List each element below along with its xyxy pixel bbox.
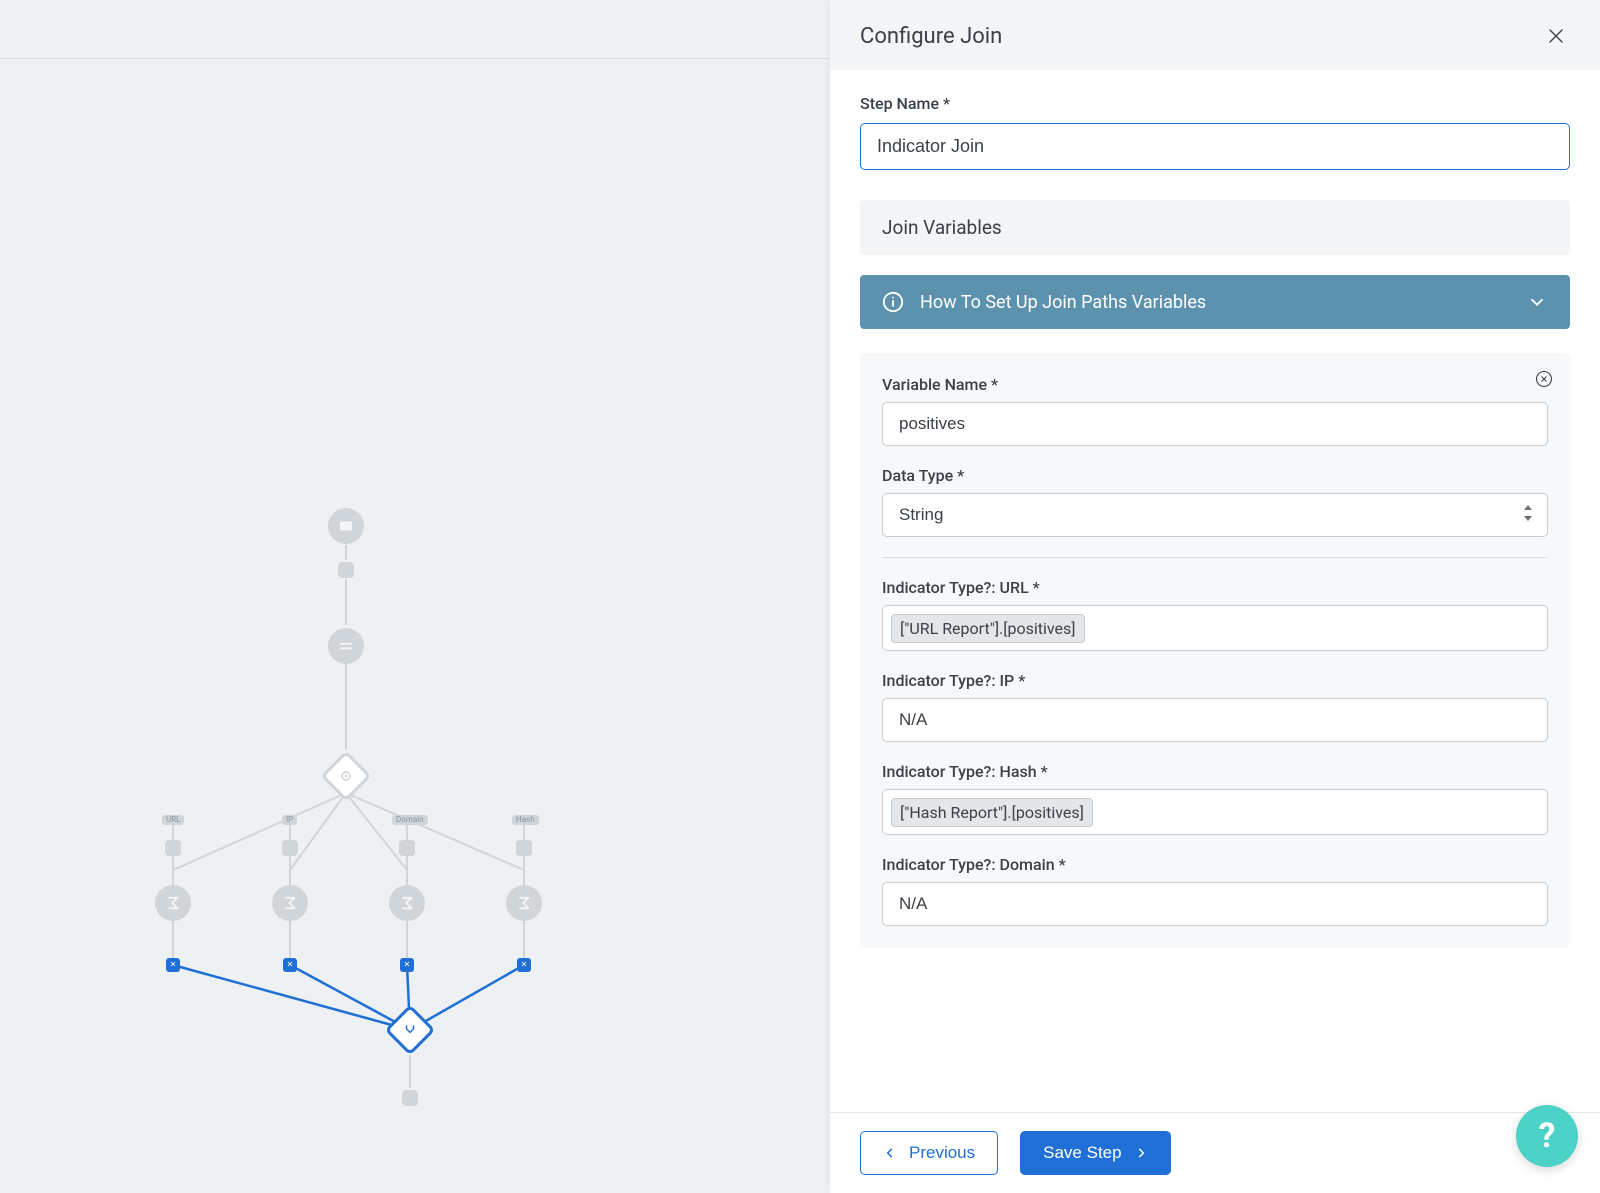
node-connector [282,840,298,856]
branch-label-domain: Domain [392,815,428,825]
variable-name-input[interactable] [882,402,1548,446]
branch-label-url: URL [162,815,184,825]
node-action-2[interactable] [272,885,308,921]
panel-title: Configure Join [860,24,1002,49]
node-join-selected[interactable] [385,1005,436,1056]
previous-button[interactable]: Previous [860,1131,998,1175]
step-name-label: Step Name * [860,94,1570,113]
node-connector [165,840,181,856]
node-connector [516,840,532,856]
join-input-4[interactable] [517,958,531,972]
indicator-url-input[interactable]: ["URL Report"].[positives] [882,605,1548,651]
save-step-button[interactable]: Save Step [1020,1131,1170,1175]
save-step-button-label: Save Step [1043,1143,1121,1163]
join-input-3[interactable] [400,958,414,972]
indicator-domain-input[interactable] [882,882,1548,926]
data-type-select[interactable] [882,493,1548,537]
info-banner-text: How To Set Up Join Paths Variables [920,292,1206,313]
branch-label-hash: Hash [512,815,539,825]
remove-variable-button[interactable] [1534,369,1554,389]
panel-footer: Previous Save Step [830,1112,1600,1193]
help-button[interactable]: ? [1516,1105,1578,1167]
chevron-left-icon [883,1146,897,1160]
indicator-hash-chip: ["Hash Report"].[positives] [891,798,1093,827]
indicator-ip-input[interactable] [882,698,1548,742]
node-decision[interactable] [321,751,372,802]
info-icon [882,291,904,313]
branch-label-ip: IP [282,815,297,825]
indicator-url-chip: ["URL Report"].[positives] [891,614,1085,643]
node-trigger[interactable] [328,508,364,544]
close-button[interactable] [1542,22,1570,50]
panel-body[interactable]: Step Name * Join Variables How To Set Up… [830,70,1600,1112]
info-banner[interactable]: How To Set Up Join Paths Variables [860,275,1570,329]
node-transform[interactable] [328,628,364,664]
indicator-hash-label: Indicator Type?: Hash * [882,762,1548,781]
node-connector [338,562,354,578]
step-name-input[interactable] [860,123,1570,170]
variable-divider [882,557,1548,558]
node-action-1[interactable] [155,885,191,921]
join-variables-section: Join Variables [860,200,1570,255]
data-type-label: Data Type * [882,466,1548,485]
node-connector [399,840,415,856]
indicator-url-label: Indicator Type?: URL * [882,578,1548,597]
node-action-4[interactable] [506,885,542,921]
previous-button-label: Previous [909,1143,975,1163]
chevron-right-icon [1134,1146,1148,1160]
variable-card: Variable Name * Data Type * Indicator Ty… [860,353,1570,948]
node-connector [402,1090,418,1106]
workflow-canvas[interactable]: URL IP Domain Hash [0,0,830,1193]
panel-header: Configure Join [830,0,1600,70]
configure-join-panel: Configure Join Step Name * Join Variable… [830,0,1600,1193]
variable-name-label: Variable Name * [882,375,1548,394]
indicator-hash-input[interactable]: ["Hash Report"].[positives] [882,789,1548,835]
chevron-down-icon [1526,291,1548,313]
canvas-top-divider [0,58,830,59]
help-icon: ? [1539,1116,1556,1156]
indicator-ip-label: Indicator Type?: IP * [882,671,1548,690]
node-action-3[interactable] [389,885,425,921]
join-input-1[interactable] [166,958,180,972]
close-icon [1545,25,1567,47]
indicator-domain-label: Indicator Type?: Domain * [882,855,1548,874]
join-input-2[interactable] [283,958,297,972]
